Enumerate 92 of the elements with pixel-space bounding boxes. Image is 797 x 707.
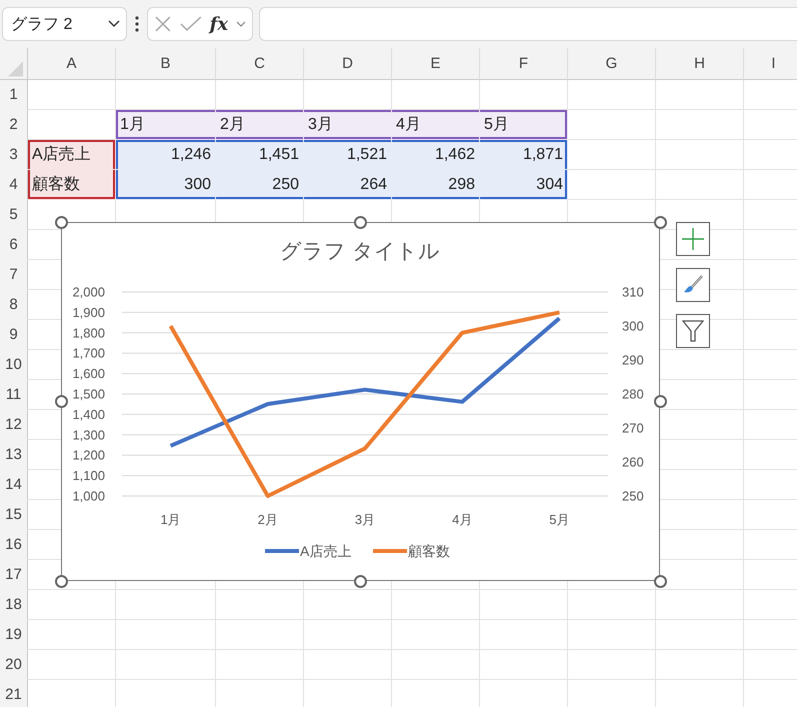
column-header[interactable]: E (392, 48, 480, 80)
row-header[interactable]: 2 (0, 110, 28, 140)
axis-tick-label: 270 (622, 420, 644, 436)
series-line[interactable] (170, 316, 561, 448)
row-header[interactable]: 3 (0, 140, 28, 170)
table-cell[interactable]: 1月 (116, 110, 216, 140)
checkmark-icon[interactable] (180, 16, 202, 32)
chart-filters-button[interactable] (676, 314, 710, 348)
funnel-icon (682, 319, 704, 343)
row-header[interactable]: 12 (0, 410, 28, 440)
chart-styles-button[interactable] (676, 268, 710, 302)
column-header[interactable]: D (304, 48, 392, 80)
row-header[interactable]: 5 (0, 200, 28, 230)
axis-tick-label: 1,600 (72, 366, 105, 382)
row-header[interactable]: 10 (0, 350, 28, 380)
table-cell[interactable]: 1,451 (216, 140, 304, 170)
axis-category-label: 4月 (452, 512, 472, 527)
chevron-down-icon[interactable] (108, 20, 120, 28)
table-cell[interactable]: 1,462 (392, 140, 480, 170)
chart-elements-button[interactable] (676, 222, 710, 256)
table-cell[interactable]: 300 (116, 170, 216, 200)
resize-handle[interactable] (54, 395, 68, 408)
row-header[interactable]: 11 (0, 380, 28, 410)
row-header[interactable]: 14 (0, 470, 28, 500)
table-cell[interactable]: 304 (480, 170, 568, 200)
table-cell[interactable]: 5月 (480, 110, 568, 140)
resize-handle[interactable] (354, 216, 367, 228)
row-header[interactable]: 4 (0, 170, 28, 200)
legend-label[interactable]: 顧客数 (408, 543, 450, 559)
axis-category-label: 2月 (258, 512, 278, 527)
column-header[interactable]: I (744, 48, 797, 80)
axis-tick-label: 250 (622, 488, 644, 504)
row-header[interactable]: 7 (0, 260, 28, 290)
legend-label[interactable]: A店売上 (300, 543, 352, 559)
axis-tick-label: 290 (622, 352, 644, 368)
column-header[interactable]: A (28, 48, 116, 80)
table-cell[interactable]: 298 (392, 170, 480, 200)
row-header[interactable]: 6 (0, 230, 28, 260)
more-options-icon[interactable] (135, 16, 139, 32)
row-header[interactable]: 9 (0, 320, 28, 350)
axis-tick-label: 260 (622, 454, 644, 470)
row-header[interactable]: 21 (0, 680, 28, 707)
chart-title[interactable]: グラフ タイトル (280, 240, 440, 263)
table-cell[interactable]: 顧客数 (28, 170, 116, 200)
row-header[interactable]: 17 (0, 560, 28, 590)
axis-tick-label: 1,000 (72, 488, 105, 504)
axis-tick-label: 310 (622, 284, 644, 300)
axis-tick-label: 1,500 (72, 386, 105, 402)
axis-tick-label: 280 (622, 386, 644, 402)
table-cell[interactable]: 2月 (216, 110, 304, 140)
row-header[interactable]: 19 (0, 620, 28, 650)
axis-tick-label: 1,800 (72, 325, 105, 340)
table-cell[interactable]: 1,246 (116, 140, 216, 170)
name-box[interactable]: グラフ 2 (2, 7, 127, 41)
resize-handle[interactable] (54, 216, 68, 228)
plus-icon (682, 228, 704, 250)
row-header[interactable]: 13 (0, 440, 28, 470)
column-header[interactable]: B (116, 48, 216, 80)
table-cell[interactable]: 264 (304, 170, 392, 200)
axis-tick-label: 1,300 (72, 427, 105, 442)
column-header[interactable]: H (656, 48, 744, 80)
axis-tick-label: 1,200 (72, 448, 105, 463)
axis-tick-label: 1,100 (72, 468, 105, 484)
column-header[interactable]: F (480, 48, 568, 80)
column-header[interactable]: C (216, 48, 304, 80)
column-header[interactable]: G (568, 48, 656, 80)
row-header[interactable]: 15 (0, 500, 28, 530)
resize-handle[interactable] (54, 574, 68, 588)
table-cell[interactable]: A店売上 (28, 140, 116, 170)
axis-tick-label: 1,400 (72, 406, 105, 422)
axis-category-label: 3月 (354, 512, 376, 527)
series-line[interactable] (168, 310, 560, 498)
row-header[interactable]: 18 (0, 590, 28, 620)
axis-tick-label: 2,000 (72, 284, 105, 300)
row-header[interactable]: 1 (0, 80, 28, 110)
insert-function-button[interactable]: fx (210, 14, 228, 34)
table-cell[interactable]: 4月 (392, 110, 480, 140)
table-cell[interactable]: 1,871 (480, 140, 568, 170)
chart-area[interactable] (61, 222, 660, 581)
axis-category-label: 1月 (160, 512, 181, 527)
formula-input[interactable] (259, 7, 797, 41)
row-header[interactable]: 20 (0, 650, 28, 680)
table-cell[interactable]: 250 (216, 170, 304, 200)
row-header[interactable]: 8 (0, 290, 28, 320)
axis-tick-label: 300 (622, 318, 644, 334)
axis-category-label: 5月 (549, 512, 570, 527)
row-header[interactable]: 16 (0, 530, 28, 560)
resize-handle[interactable] (654, 216, 666, 228)
table-cell[interactable]: 1,521 (304, 140, 392, 170)
table-cell[interactable]: 3月 (304, 110, 392, 140)
axis-tick-label: 1,900 (72, 304, 105, 320)
axis-tick-label: 1,700 (72, 346, 105, 361)
